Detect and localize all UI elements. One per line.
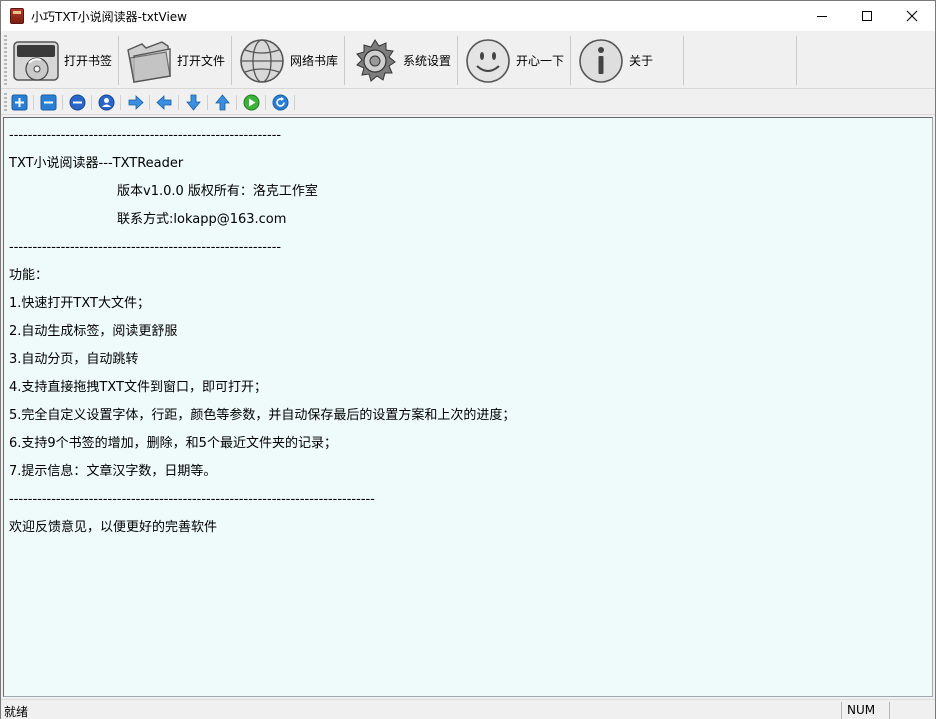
refresh-icon [272, 94, 289, 111]
maximize-button[interactable] [844, 1, 890, 31]
text-line: TXT小说阅读器---TXTReader [9, 156, 184, 171]
text-line: 2.自动生成标签，阅读更舒服 [9, 324, 178, 339]
toolbar-separator [344, 36, 345, 85]
text-line: 欢迎反馈意见，以便更好的完善软件 [9, 520, 218, 535]
next-button[interactable] [127, 94, 150, 111]
zoom-out-button[interactable] [40, 94, 63, 111]
circle-minus-button[interactable] [69, 94, 92, 111]
autoplay-button[interactable] [243, 94, 266, 111]
title-bar[interactable]: 小巧TXT小说阅读器-txtView [1, 1, 935, 31]
scroll-down-button[interactable] [185, 94, 208, 111]
num-lock-indicator: NUM [841, 702, 889, 719]
minimize-button[interactable] [799, 1, 845, 31]
text-line: 1.快速打开TXT大文件； [9, 296, 150, 311]
maximize-icon [862, 11, 872, 21]
arrow-up-icon [215, 94, 230, 111]
scroll-up-button[interactable] [214, 94, 237, 111]
refresh-button[interactable] [272, 94, 295, 111]
text-line: ----------------------------------------… [9, 128, 282, 143]
book-icon[interactable] [10, 8, 24, 24]
text-line: ----------------------------------------… [9, 240, 282, 255]
toolbar-label: 打开书签 [64, 54, 113, 68]
app-window: 小巧TXT小说阅读器-txtView 打开书签 打开文件 网络书库 系统设置 开… [0, 0, 936, 719]
main-toolbar: 打开书签 打开文件 网络书库 系统设置 开心一下 关于 [1, 32, 935, 89]
text-line: 7.提示信息：文章汉字数，日期等。 [9, 464, 217, 479]
folder-icon [127, 40, 171, 83]
toolbar-separator [796, 36, 797, 85]
gear-icon [356, 38, 396, 82]
text-line: 4.支持直接拖拽TXT文件到窗口，即可打开； [9, 380, 267, 395]
status-bar: 就绪 NUM [1, 699, 935, 719]
close-button[interactable] [889, 1, 935, 31]
system-settings-button[interactable]: 系统设置 [346, 34, 459, 87]
disc-drive-icon [13, 40, 59, 81]
arrow-left-icon [156, 95, 172, 110]
text-line: 3.自动分页，自动跳转 [9, 352, 139, 367]
user-button[interactable] [98, 94, 121, 111]
toolbar-label: 网络书库 [290, 54, 339, 68]
toolbar-separator [118, 36, 119, 85]
open-bookmark-button[interactable]: 打开书签 [7, 34, 120, 87]
close-icon [906, 10, 918, 22]
toolbar-label: 打开文件 [177, 54, 226, 68]
window-title: 小巧TXT小说阅读器-txtView [31, 10, 187, 24]
toolbar-separator [457, 36, 458, 85]
toolbar-separator [683, 36, 684, 85]
globe-icon [240, 38, 284, 83]
zoom-out-minus-icon [40, 94, 57, 111]
smiley-icon [466, 38, 510, 83]
arrow-right-icon [128, 95, 144, 110]
arrow-down-icon [186, 94, 201, 111]
autoplay-icon [243, 94, 260, 111]
text-line: 联系方式:lokapp@163.com [117, 212, 287, 227]
status-text: 就绪 [4, 705, 29, 719]
zoom-in-plus-icon [11, 94, 28, 111]
toolbar-label: 开心一下 [516, 54, 565, 68]
about-button[interactable]: 关于 [572, 34, 685, 87]
circle-minus-icon [69, 94, 86, 111]
user-circle-icon [98, 94, 115, 111]
minimize-icon [817, 16, 827, 17]
open-file-button[interactable]: 打开文件 [120, 34, 233, 87]
toolbar-separator [570, 36, 571, 85]
toolbar-label: 关于 [629, 54, 654, 68]
text-view[interactable]: ----------------------------------------… [3, 117, 933, 697]
text-line: 6.支持9个书签的增加，删除，和5个最近文件夹的记录； [9, 436, 337, 451]
previous-button[interactable] [156, 94, 179, 111]
online-library-button[interactable]: 网络书库 [233, 34, 346, 87]
toolbar-separator [231, 36, 232, 85]
fun-button[interactable]: 开心一下 [459, 34, 572, 87]
text-line: 功能： [9, 268, 49, 283]
text-line: 版本v1.0.0 版权所有：洛克工作室 [117, 184, 318, 199]
info-icon [579, 38, 623, 83]
status-pane-empty [889, 702, 935, 719]
text-line: 5.完全自定义设置字体，行距，颜色等参数，并自动保存最后的设置方案和上次的进度； [9, 408, 516, 423]
toolbar-grip[interactable] [4, 93, 7, 112]
zoom-in-button[interactable] [11, 94, 34, 111]
navigation-toolbar [1, 90, 935, 115]
text-line: ----------------------------------------… [9, 492, 375, 507]
toolbar-label: 系统设置 [403, 54, 452, 68]
